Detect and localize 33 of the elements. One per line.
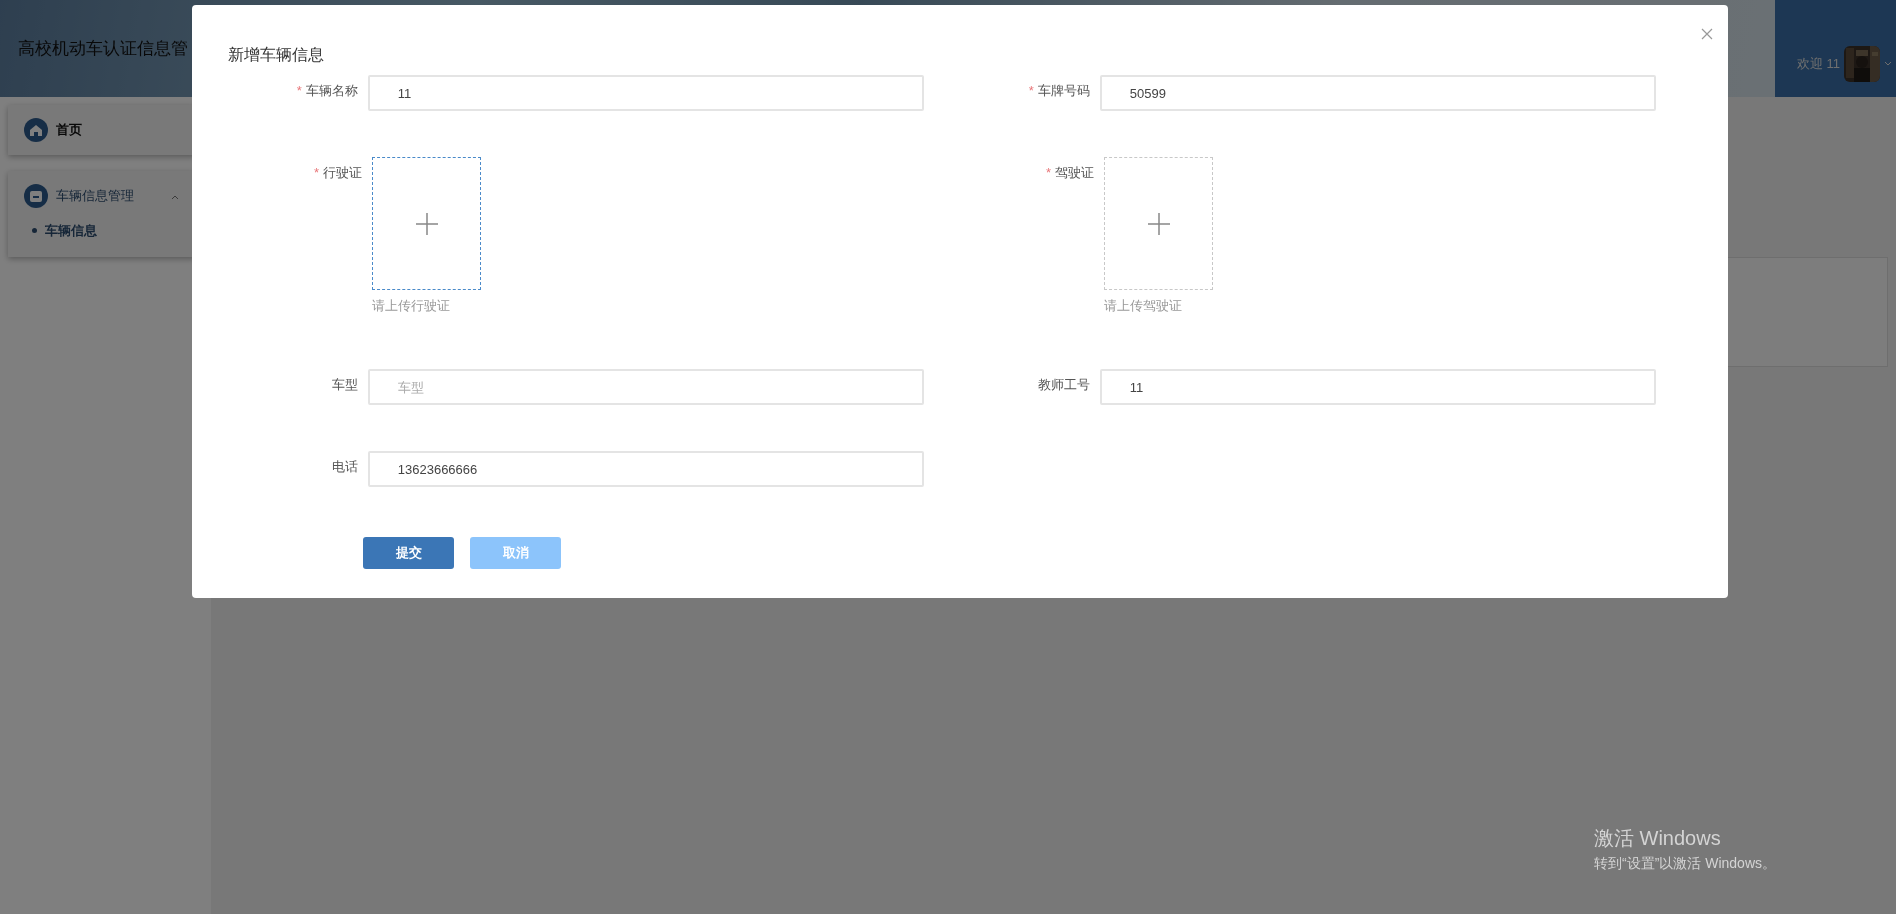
activation-text: 转到“设置”以激活 Windows。 bbox=[1594, 854, 1776, 873]
user-avatar[interactable] bbox=[1844, 46, 1880, 82]
upload-area[interactable] bbox=[372, 157, 481, 290]
upload-area[interactable] bbox=[1104, 157, 1213, 290]
app-title: 高校机动车认证信息管 bbox=[17, 37, 188, 60]
upload-hint: 请上传驾驶证 bbox=[1104, 297, 1183, 315]
input-field[interactable]: 13623666666 bbox=[367, 451, 924, 487]
input-field[interactable]: 车型 bbox=[367, 369, 924, 405]
plus-icon bbox=[1147, 212, 1170, 235]
home-icon bbox=[24, 118, 48, 142]
field-label: 教师工号 bbox=[1036, 376, 1090, 394]
plus-icon bbox=[415, 212, 438, 235]
briefcase-icon bbox=[24, 184, 48, 208]
upload-hint: 请上传行驶证 bbox=[372, 297, 451, 315]
submenu-item[interactable]: 车辆信息 bbox=[45, 221, 97, 241]
input-field[interactable]: 11 bbox=[367, 75, 924, 111]
field-label: 电话 bbox=[330, 458, 358, 476]
field-label: * 行驶证 bbox=[312, 164, 362, 182]
input-field[interactable]: 11 bbox=[1099, 369, 1656, 405]
bullet-icon bbox=[32, 228, 37, 234]
input-field[interactable]: 50599 bbox=[1099, 75, 1656, 111]
submit-button[interactable]: 提交 bbox=[363, 537, 454, 569]
field-label: * 驾驶证 bbox=[1044, 164, 1094, 182]
menu-group[interactable]: 车辆信息管理 bbox=[8, 171, 187, 221]
close-icon[interactable] bbox=[1700, 27, 1714, 41]
chevron-down-icon[interactable] bbox=[1884, 61, 1892, 67]
chevron-up-icon bbox=[171, 193, 179, 200]
field-label: 车型 bbox=[330, 376, 358, 394]
activation-title: 激活 Windows bbox=[1594, 826, 1722, 851]
field-label: * 车牌号码 bbox=[1027, 82, 1090, 100]
welcome-text: 欢迎 11 bbox=[1796, 55, 1840, 74]
field-label: * 车辆名称 bbox=[295, 82, 358, 100]
dialog-title: 新增车辆信息 bbox=[228, 45, 324, 65]
